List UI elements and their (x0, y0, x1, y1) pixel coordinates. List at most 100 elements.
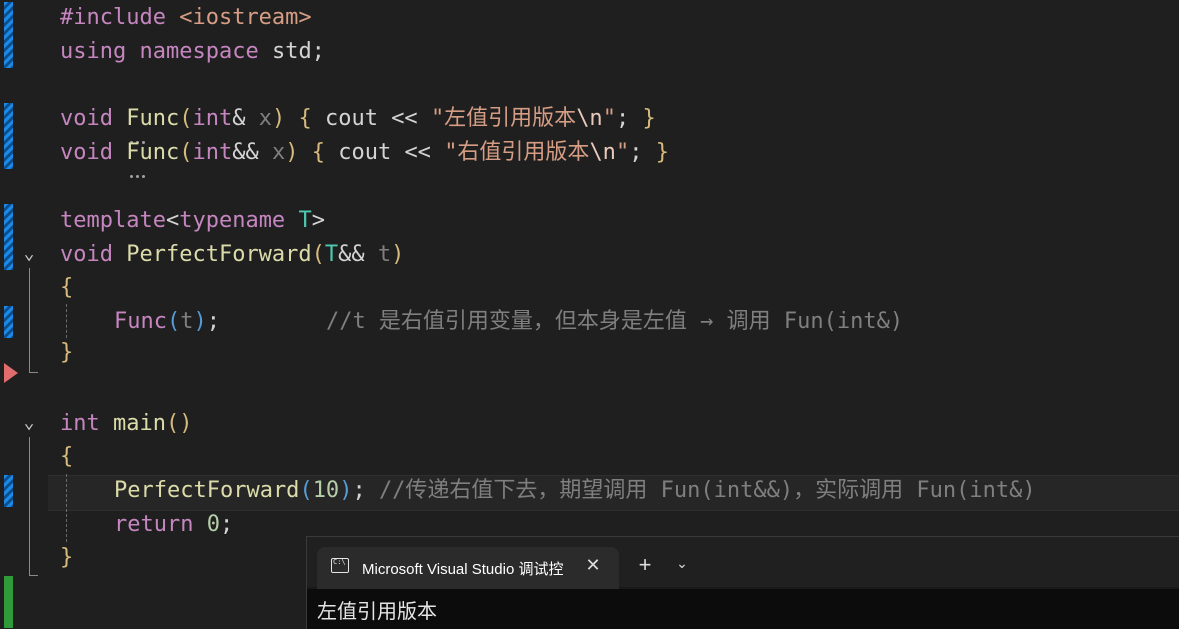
paren: ( (179, 140, 193, 165)
param-name: t (377, 242, 392, 267)
fold-guide (29, 268, 30, 372)
code-line-14: { (60, 444, 74, 469)
change-marker (4, 103, 13, 169)
code-line-11: } (60, 340, 74, 365)
fold-chevron-icon[interactable]: ⌄ (18, 412, 40, 434)
string-literal: "左值引用版本 (430, 106, 577, 131)
debug-console-window[interactable]: Microsoft Visual Studio 调试控 ✕ + ⌄ 左值引用版本 (306, 536, 1179, 629)
paren: ( (311, 242, 325, 267)
code-text: cout << (324, 140, 445, 165)
code-line-9: { (60, 275, 74, 300)
console-output: 左值引用版本 (317, 599, 437, 623)
string-literal: "右值引用版本 (444, 140, 590, 165)
indent-guide (66, 304, 67, 338)
param-name: x (271, 140, 286, 165)
escape-seq: \n (576, 106, 603, 131)
keyword: typename (179, 208, 286, 233)
keyword: void (60, 140, 113, 165)
paren: ) (339, 478, 353, 503)
close-icon[interactable]: ✕ (583, 555, 603, 576)
console-output-area[interactable]: 左值引用版本 (307, 589, 1179, 629)
fold-guide (29, 437, 30, 575)
keyword: return (114, 512, 194, 537)
code-line-2: using namespace std; (60, 35, 325, 69)
change-marker (4, 306, 13, 338)
keyword: void (60, 242, 113, 267)
code-line-1: #include <iostream> (60, 1, 312, 35)
code-text: ; (206, 309, 220, 334)
code-line-17: } (60, 545, 74, 570)
function-name: main (113, 411, 166, 436)
paren: ) (285, 140, 299, 165)
fold-guide-end (29, 362, 38, 373)
code-editor[interactable]: ⌄ ⌄ #include <iostream> using namespace … (0, 0, 1179, 628)
paren: ) (193, 309, 207, 334)
comment: //传递右值下去，期望调用 Fun(int&&)，实际调用 Fun(int&) (378, 478, 1036, 503)
keyword: void (60, 106, 113, 131)
fold-chevron-icon[interactable]: ⌄ (18, 243, 40, 265)
change-marker (4, 2, 13, 68)
template-param: T (298, 208, 312, 233)
code-text: std; (258, 39, 325, 64)
paren: ) (271, 106, 286, 131)
indent-guide (66, 474, 67, 542)
comment: //t 是右值引用变量，但本身是左值 → 调用 Fun(int&) (325, 309, 904, 334)
type: int (192, 106, 233, 131)
keyword: int (60, 411, 100, 436)
keyword: using (60, 39, 127, 64)
type: int (192, 140, 233, 165)
escape-seq: \n (589, 140, 616, 165)
number-literal: 0 (206, 512, 220, 537)
function-name: PerfectForward (126, 242, 312, 267)
change-marker-saved (4, 576, 13, 628)
code-line-4: void Func(int& x) { cout << "左值引用版本\n"; … (60, 102, 656, 136)
preprocessor-keyword: #include (60, 5, 166, 30)
code-text: cout << (311, 106, 431, 131)
new-tab-button[interactable]: + (633, 554, 657, 576)
brace: { (311, 140, 325, 165)
brace: { (298, 106, 312, 131)
function-call: PerfectForward (114, 478, 300, 503)
arg-name: t (180, 309, 194, 334)
code-text: ; (615, 106, 643, 131)
change-marker (4, 475, 13, 507)
code-line-10: Func(t); //t 是右值引用变量，但本身是左值 → 调用 Fun(int… (114, 305, 903, 339)
param-name: x (258, 106, 272, 131)
code-line-15: PerfectForward(10); //传递右值下去，期望调用 Fun(in… (114, 474, 1036, 508)
terminal-icon (331, 558, 349, 573)
code-text: && (232, 140, 272, 165)
include-path: <iostream> (165, 5, 312, 30)
paren: ( (166, 309, 181, 334)
code-line-7: template<typename T> (60, 204, 325, 238)
code-line-5: void Func(int&& x) { cout << "右值引用版本\n";… (60, 136, 669, 170)
code-text: && (338, 242, 378, 267)
console-tab[interactable]: Microsoft Visual Studio 调试控 ✕ (317, 547, 619, 589)
paren: () (165, 411, 193, 436)
fold-guide-end (29, 565, 38, 576)
code-text: & (232, 106, 259, 131)
change-marker (4, 204, 13, 270)
paren: ) (391, 242, 405, 267)
execution-pointer-icon[interactable] (4, 363, 18, 383)
code-line-8: void PerfectForward(T&& t) (60, 238, 404, 272)
console-titlebar[interactable]: Microsoft Visual Studio 调试控 ✕ + ⌄ (307, 537, 1179, 589)
code-text: ; (219, 512, 234, 537)
tab-title: Microsoft Visual Studio 调试控 (362, 561, 564, 578)
code-text: ; (352, 478, 379, 503)
function-name: Func (126, 140, 180, 165)
code-text: < (165, 208, 180, 233)
code-line-13: int main() (60, 407, 192, 441)
paren: ( (179, 106, 193, 131)
chevron-down-icon[interactable]: ⌄ (671, 555, 693, 572)
function-call: Func (114, 309, 167, 334)
code-text: ; (629, 140, 656, 165)
string-literal: " (602, 106, 616, 131)
template-param: T (324, 242, 339, 267)
brace: } (642, 106, 656, 131)
